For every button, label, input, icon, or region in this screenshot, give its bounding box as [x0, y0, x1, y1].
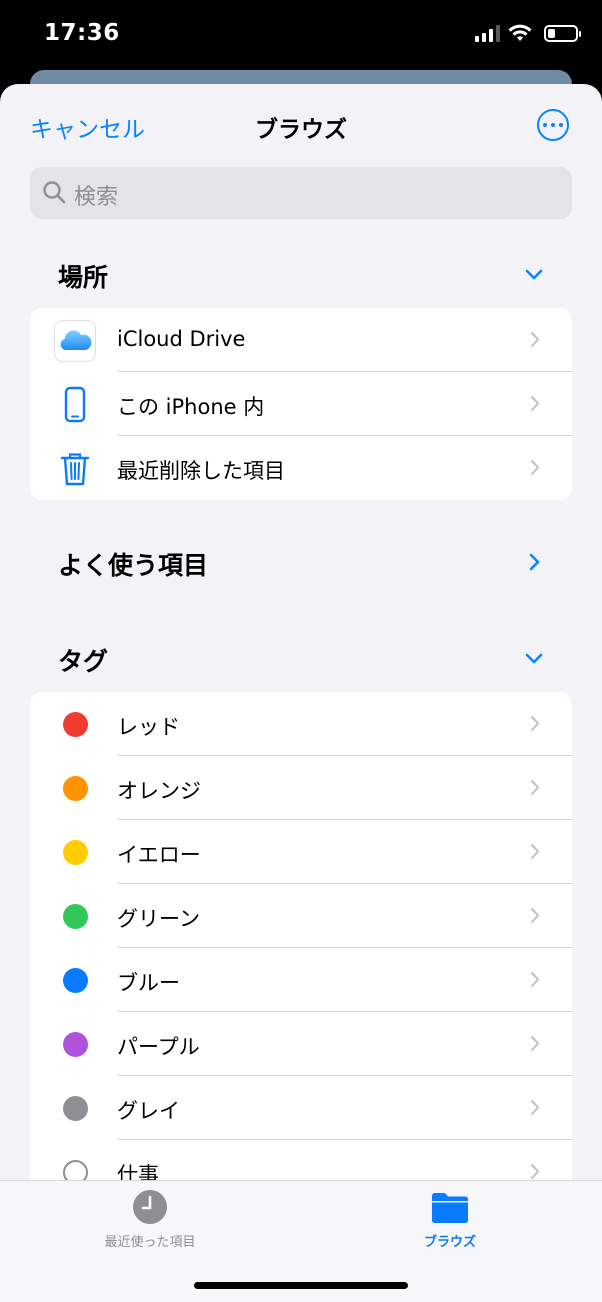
chevron-right-icon — [530, 395, 540, 412]
tag-color-dot — [63, 904, 88, 929]
section-title-tags: タグ — [58, 647, 109, 676]
wifi-icon — [508, 24, 532, 41]
chevron-right-icon — [530, 715, 540, 732]
tag-color-dot — [63, 840, 88, 865]
list-item-tag[interactable]: グリーン — [30, 884, 572, 948]
clock-icon — [133, 1190, 167, 1224]
list-item-tag[interactable]: パープル — [30, 1012, 572, 1076]
list-item-on-my-iphone[interactable]: この iPhone 内 — [30, 372, 572, 436]
tag-color-dot — [63, 1096, 88, 1121]
list-item-tag[interactable]: イエロー — [30, 820, 572, 884]
chevron-right-icon — [530, 1035, 540, 1052]
home-indicator[interactable] — [194, 1282, 408, 1289]
row-label: レッド — [117, 715, 180, 739]
row-label: イエロー — [117, 843, 201, 867]
chevron-down-icon[interactable] — [524, 652, 544, 666]
row-label: グリーン — [117, 907, 200, 931]
ellipsis-circle-icon[interactable] — [537, 109, 569, 141]
row-label: 最近削除した項目 — [117, 459, 285, 483]
tab-recents[interactable]: 最近使った項目 — [60, 1189, 240, 1250]
list-item-tag[interactable]: グレイ — [30, 1076, 572, 1140]
tag-color-dot — [63, 1032, 88, 1057]
chevron-right-icon — [530, 971, 540, 988]
search-icon — [43, 181, 66, 204]
chevron-right-icon — [530, 843, 540, 860]
list-item-tag[interactable]: ブルー — [30, 948, 572, 1012]
tab-label: ブラウズ — [423, 1235, 476, 1250]
navigation-bar: キャンセル ブラウズ — [0, 84, 602, 168]
status-time: 17:36 — [44, 20, 120, 46]
tab-label: 最近使った項目 — [104, 1235, 196, 1250]
tab-browse[interactable]: ブラウズ — [360, 1189, 540, 1250]
section-title-locations: 場所 — [58, 263, 109, 292]
chevron-right-icon — [530, 331, 540, 348]
iphone-icon — [64, 386, 86, 423]
chevron-right-icon — [530, 459, 540, 476]
chevron-right-icon — [530, 907, 540, 924]
icloud-icon — [54, 320, 96, 362]
list-item-recently-deleted[interactable]: 最近削除した項目 — [30, 436, 572, 500]
trash-icon — [60, 453, 90, 486]
chevron-right-icon[interactable] — [528, 552, 542, 572]
row-label: ブルー — [117, 971, 180, 995]
chevron-right-icon — [530, 779, 540, 796]
cellular-signal-icon — [475, 24, 500, 42]
tag-color-dot — [63, 776, 88, 801]
list-item-tag[interactable]: レッド — [30, 692, 572, 756]
chevron-right-icon — [530, 1163, 540, 1180]
folder-icon — [432, 1193, 468, 1223]
section-title-favorites[interactable]: よく使う項目 — [58, 546, 208, 582]
row-label: iCloud Drive — [117, 327, 246, 351]
search-placeholder: 検索 — [74, 185, 119, 210]
list-item-tag[interactable]: オレンジ — [30, 756, 572, 820]
search-input[interactable]: 検索 — [30, 167, 572, 219]
browse-sheet: キャンセル ブラウズ 検索 場所 iCloud Drive この iPhone … — [0, 84, 602, 1302]
list-item-icloud-drive[interactable]: iCloud Drive — [30, 308, 572, 372]
tag-color-dot — [63, 968, 88, 993]
tags-list: レッド オレンジ イエロー グリーン ブルー パープル グレイ 仕事 — [30, 692, 572, 1204]
tag-color-dot — [63, 712, 88, 737]
battery-icon — [544, 24, 581, 42]
chevron-right-icon — [530, 1099, 540, 1116]
row-label: この iPhone 内 — [117, 395, 265, 419]
page-title: ブラウズ — [255, 117, 347, 143]
row-label: グレイ — [117, 1099, 180, 1123]
locations-list: iCloud Drive この iPhone 内 最近削除した項目 — [30, 308, 572, 500]
chevron-down-icon[interactable] — [524, 268, 544, 282]
status-bar: 17:36 — [0, 0, 602, 70]
row-label: パープル — [117, 1035, 200, 1059]
row-label: オレンジ — [117, 779, 201, 803]
